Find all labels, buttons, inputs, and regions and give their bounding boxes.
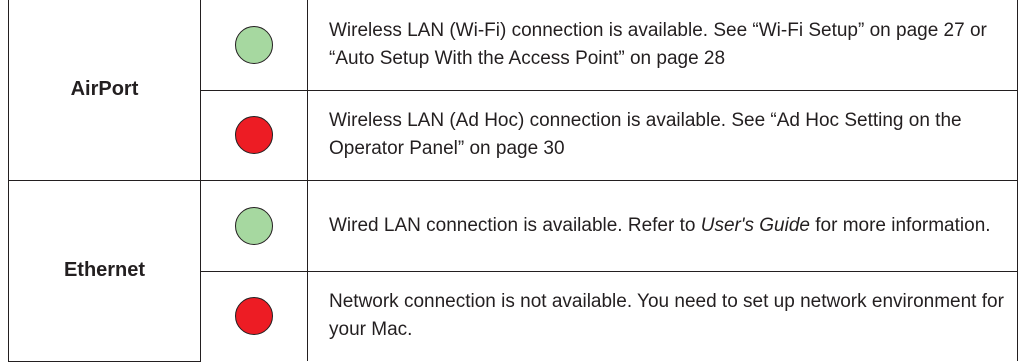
status-description: Wireless LAN (Wi-Fi) connection is avail… [307,0,1018,91]
red-circle-icon [235,297,273,336]
status-light-cell [200,0,308,91]
description-text: for more information. [809,214,991,236]
connection-status-table: AirPort Wireless LAN (Wi-Fi) connection … [8,0,1018,362]
status-description: Network connection is not available. You… [307,270,1018,361]
green-circle-icon [235,206,273,245]
table-row: AirPort Wireless LAN (Wi-Fi) connection … [8,0,1018,181]
description-text: Wired LAN connection is available. Refer… [329,214,701,236]
red-circle-icon [235,116,273,154]
status-description: Wireless LAN (Ad Hoc) connection is avai… [307,89,1018,181]
status-description: Wired LAN connection is available. Refer… [307,179,1018,272]
status-light-cell [200,179,308,272]
green-circle-icon [235,25,273,64]
status-light-cell [200,89,308,181]
connection-name-ethernet: Ethernet [8,179,201,362]
connection-name-airport: AirPort [8,0,201,181]
table-row: Ethernet Wired LAN connection is availab… [8,179,1018,362]
users-guide-title: User's Guide [700,214,810,236]
status-light-cell [200,270,308,361]
